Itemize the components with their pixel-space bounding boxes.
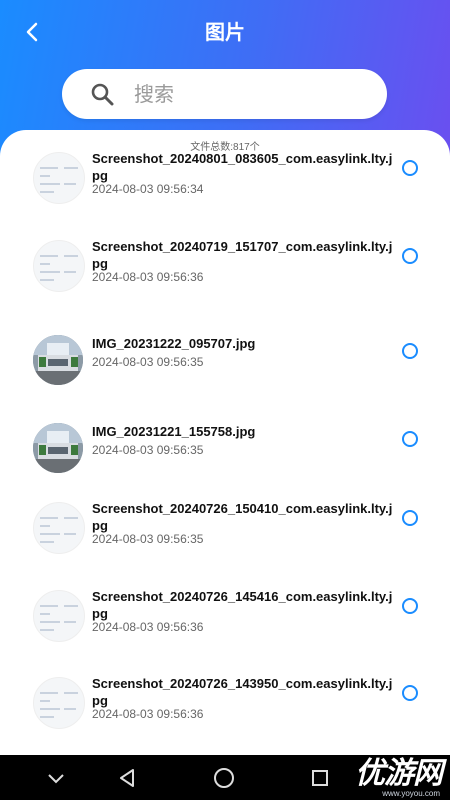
- file-thumbnail: [33, 335, 83, 385]
- nav-collapse-button[interactable]: [36, 755, 76, 800]
- file-timestamp: 2024-08-03 09:56:36: [92, 269, 204, 284]
- file-timestamp: 2024-08-03 09:56:36: [92, 619, 204, 634]
- chevron-down-icon: [48, 773, 64, 783]
- file-thumbnail: [33, 422, 83, 473]
- file-list-panel: 文件总数:817个 Screenshot_20240801_083605_com…: [0, 130, 450, 755]
- system-nav-bar: 优游网 www.yoyou.com: [0, 755, 450, 800]
- select-radio-button[interactable]: [402, 160, 418, 176]
- select-radio-button[interactable]: [402, 510, 418, 526]
- file-name: Screenshot_20240726_150410_com.easylink.…: [92, 501, 393, 533]
- file-timestamp: 2024-08-03 09:56:35: [92, 442, 204, 457]
- select-radio-button[interactable]: [402, 685, 418, 701]
- file-name: Screenshot_20240801_083605_com.easylink.…: [92, 151, 393, 183]
- watermark-logo: 优游网: [355, 757, 443, 790]
- select-radio-button[interactable]: [402, 343, 418, 359]
- select-radio-button[interactable]: [402, 247, 418, 264]
- back-triangle-icon: [120, 768, 134, 787]
- file-name: Screenshot_20240726_143950_com.easylink.…: [92, 676, 393, 708]
- file-timestamp: 2024-08-03 09:56:35: [92, 532, 204, 546]
- file-name: Screenshot_20240726_145416_com.easylink.…: [92, 588, 393, 621]
- file-name: Screenshot_20240719_151707_com.easylink.…: [92, 238, 393, 271]
- file-name: IMG_20231222_095707.jpg: [92, 336, 256, 351]
- file-name: IMG_20231221_155758.jpg: [92, 423, 256, 439]
- home-circle-icon: [214, 767, 234, 788]
- page-title: 图片: [205, 22, 245, 44]
- recents-square-icon: [312, 769, 328, 786]
- list-item[interactable]: IMG_20231221_155758.jpg 2024-08-03 09:56:…: [0, 422, 450, 509]
- file-thumbnail: [33, 677, 85, 729]
- select-radio-button[interactable]: [402, 430, 418, 447]
- list-item[interactable]: Screenshot_20240726_143950_com.easylink.…: [0, 676, 450, 755]
- watermark-url: www.yoyou.com: [382, 789, 440, 798]
- file-thumbnail: [33, 239, 85, 292]
- list-item[interactable]: Screenshot_20240726_150410_com.easylink.…: [0, 501, 450, 596]
- list-item[interactable]: Screenshot_20240726_145416_com.easylink.…: [0, 589, 450, 684]
- file-thumbnail: [33, 589, 85, 642]
- list-item[interactable]: IMG_20231222_095707.jpg 2024-08-03 09:56:…: [0, 335, 450, 421]
- select-radio-button[interactable]: [402, 597, 418, 614]
- search-bar[interactable]: [62, 69, 387, 119]
- nav-home-button[interactable]: [204, 755, 244, 800]
- search-icon: [91, 83, 114, 106]
- list-item[interactable]: Screenshot_20240719_151707_com.easylink.…: [0, 239, 450, 334]
- file-timestamp: 2024-08-03 09:56:36: [92, 707, 204, 721]
- list-item[interactable]: Screenshot_20240801_083605_com.easylink.…: [0, 151, 450, 246]
- status-bar: [0, 0, 450, 8]
- search-input[interactable]: [132, 77, 366, 113]
- file-timestamp: 2024-08-03 09:56:35: [92, 355, 204, 369]
- file-thumbnail: [33, 502, 85, 554]
- file-thumbnail: [33, 152, 85, 204]
- nav-back-button[interactable]: [108, 755, 148, 800]
- file-timestamp: 2024-08-03 09:56:34: [92, 182, 204, 196]
- nav-recents-button[interactable]: [300, 755, 340, 800]
